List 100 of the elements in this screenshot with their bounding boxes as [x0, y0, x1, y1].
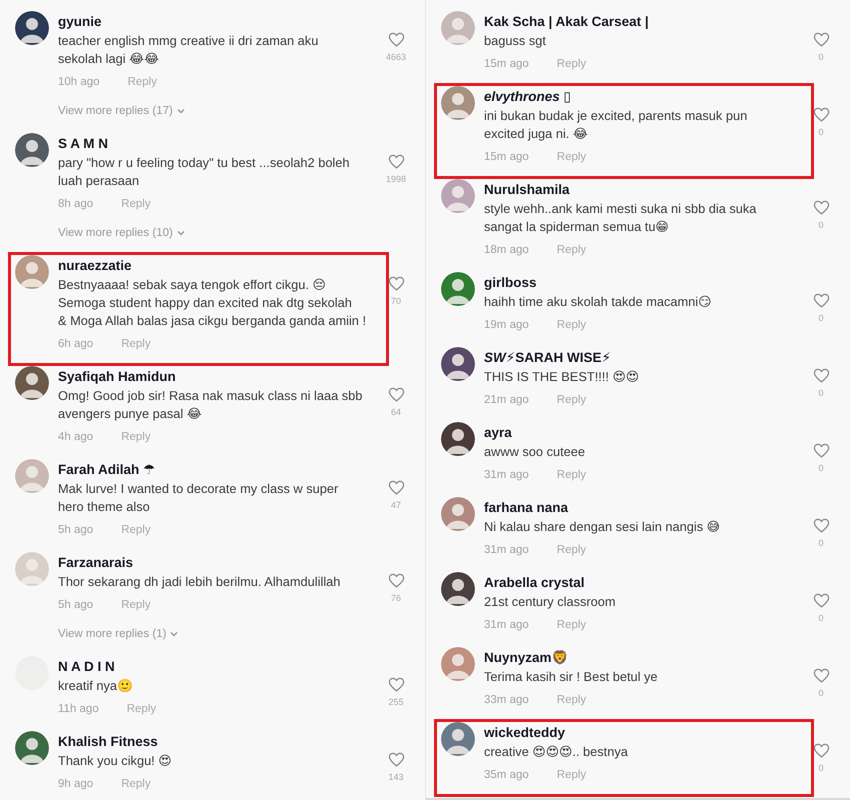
- like-count: 143: [388, 771, 404, 784]
- like-button[interactable]: [812, 293, 830, 308]
- like-count: 0: [818, 687, 824, 700]
- comment-time: 31m ago: [484, 543, 529, 558]
- comment-time: 6h ago: [58, 337, 94, 352]
- avatar[interactable]: [15, 11, 49, 45]
- username[interactable]: Khalish Fitness: [58, 733, 158, 751]
- reply-link[interactable]: Reply: [121, 596, 151, 614]
- reply-link[interactable]: Reply: [556, 391, 586, 409]
- username[interactable]: Syafiqah Hamidun: [58, 368, 176, 386]
- username[interactable]: Nuynyzam🦁: [484, 649, 569, 667]
- reply-link[interactable]: Reply: [556, 316, 586, 334]
- reply-link[interactable]: Reply: [121, 521, 151, 539]
- reply-link[interactable]: Reply: [121, 428, 151, 446]
- username[interactable]: girlboss: [484, 274, 537, 292]
- like-button[interactable]: [388, 677, 404, 692]
- like-count: 70: [390, 295, 401, 308]
- like-button[interactable]: [388, 752, 404, 767]
- comment-time: 5h ago: [58, 598, 94, 613]
- like-count: 1998: [386, 173, 406, 186]
- like-count: 255: [388, 696, 404, 709]
- comment-time: 19m ago: [484, 318, 529, 333]
- reply-link[interactable]: Reply: [556, 541, 586, 559]
- like-count: 0: [818, 126, 824, 139]
- reply-link[interactable]: Reply: [556, 148, 586, 166]
- chevron-down-icon: [170, 631, 178, 637]
- like-button[interactable]: [388, 573, 404, 588]
- username[interactable]: Farzanarais: [58, 554, 134, 572]
- like-button[interactable]: [812, 668, 830, 683]
- like-button[interactable]: [812, 200, 830, 215]
- username[interactable]: S A M N: [58, 135, 108, 153]
- username[interactable]: N A D I N: [58, 658, 115, 676]
- avatar[interactable]: [15, 366, 49, 400]
- heart-icon: [388, 480, 404, 495]
- view-more-replies-button[interactable]: View more replies (10): [58, 224, 185, 242]
- reply-link[interactable]: Reply: [128, 73, 157, 91]
- comment-time: 10h ago: [58, 75, 100, 90]
- username[interactable]: farhana nana: [484, 499, 568, 517]
- like-count: 0: [818, 612, 824, 625]
- comment-text: pary "how r u feeling today" tu best ...seolah2 boleh luah perasaan: [58, 154, 350, 190]
- reply-link[interactable]: Reply: [121, 195, 151, 213]
- like-button[interactable]: [388, 276, 404, 291]
- heart-icon: [388, 154, 404, 169]
- like-button[interactable]: [812, 518, 830, 533]
- avatar[interactable]: [15, 731, 49, 765]
- avatar[interactable]: [15, 133, 49, 167]
- like-button[interactable]: [812, 443, 830, 458]
- reply-link[interactable]: Reply: [556, 691, 586, 709]
- comment-text: 21st century classroom: [484, 593, 616, 611]
- comment-time: 11h ago: [58, 702, 99, 717]
- reply-link[interactable]: Reply: [556, 616, 586, 634]
- reply-link[interactable]: Reply: [556, 241, 586, 259]
- username[interactable]: Kak Scha | Akak Carseat |: [484, 13, 649, 31]
- heart-icon: [388, 573, 404, 588]
- username[interactable]: Nurulshamila: [484, 181, 570, 199]
- comment-text: THIS IS THE BEST!!!! 😍😍: [484, 368, 640, 386]
- like-button[interactable]: [388, 387, 404, 402]
- like-button[interactable]: [812, 368, 830, 383]
- comment-time: 33m ago: [484, 693, 529, 708]
- comment-time: 4h ago: [58, 430, 94, 445]
- username[interactable]: elvythrones ▯: [484, 88, 571, 106]
- heart-icon: [388, 276, 404, 291]
- comment-text: style wehh..ank kami mesti suka ni sbb dia suka sangat la spiderman semua tu😁: [484, 200, 756, 236]
- username[interactable]: SW⚡SARAH WISE⚡: [484, 349, 611, 367]
- username[interactable]: nuraezzatie: [58, 257, 132, 275]
- like-count: 47: [390, 499, 401, 512]
- like-button[interactable]: [812, 107, 830, 122]
- view-more-replies-button[interactable]: View more replies (17): [58, 102, 185, 120]
- reply-link[interactable]: Reply: [126, 700, 156, 718]
- heart-icon: [812, 293, 830, 308]
- username[interactable]: Arabella crystal: [484, 574, 585, 592]
- reply-link[interactable]: Reply: [556, 466, 586, 484]
- comment-text: awww soo cuteee: [484, 443, 586, 461]
- reply-link[interactable]: Reply: [121, 335, 151, 353]
- avatar[interactable]: [441, 347, 475, 381]
- avatar[interactable]: [441, 422, 475, 456]
- comment-text: Thank you cikgu! 😍: [58, 752, 172, 770]
- username[interactable]: gyunie: [58, 13, 102, 31]
- username[interactable]: ayra: [484, 424, 512, 442]
- like-button[interactable]: [812, 32, 830, 47]
- like-count: 64: [390, 406, 401, 419]
- like-button[interactable]: [388, 32, 404, 47]
- like-button[interactable]: [388, 154, 404, 169]
- heart-icon: [812, 368, 830, 383]
- username[interactable]: wickedteddy: [484, 724, 566, 742]
- comment-time: 31m ago: [484, 468, 529, 483]
- like-button[interactable]: [388, 480, 404, 495]
- like-button[interactable]: [812, 743, 830, 758]
- view-more-replies-button[interactable]: View more replies (1): [58, 625, 178, 643]
- reply-link[interactable]: Reply: [121, 775, 151, 793]
- reply-link[interactable]: Reply: [556, 55, 586, 73]
- username[interactable]: Farah Adilah ☂: [58, 461, 156, 479]
- like-button[interactable]: [812, 593, 830, 608]
- avatar[interactable]: [441, 272, 475, 306]
- avatar[interactable]: [441, 572, 475, 606]
- reply-link[interactable]: Reply: [556, 766, 586, 784]
- comment-text: Mak lurve! I wanted to decorate my class w super hero theme also: [58, 480, 338, 516]
- comment-time: 21m ago: [484, 393, 529, 408]
- heart-icon: [812, 443, 830, 458]
- heart-icon: [812, 200, 830, 215]
